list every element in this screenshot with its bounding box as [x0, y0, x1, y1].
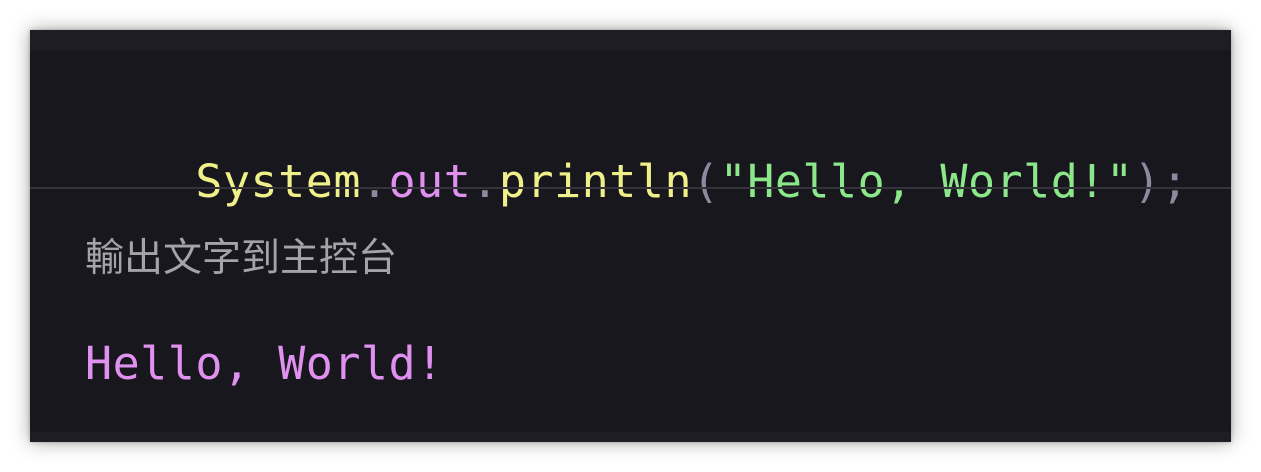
console-output: Hello, World!	[85, 337, 444, 390]
code-token-close-paren: )	[1133, 155, 1162, 208]
code-token-system: System	[195, 155, 361, 208]
code-token-semicolon: ;	[1161, 155, 1189, 208]
code-card: System.out.println("Hello, World!"); 輸出文…	[30, 30, 1231, 442]
code-token-println: println	[498, 155, 693, 208]
card-bottom-strip	[30, 432, 1231, 442]
card-top-strip	[30, 30, 1231, 50]
code-token-open-paren: (	[692, 155, 720, 208]
section-divider	[30, 187, 1231, 189]
code-token-string: "Hello, World!"	[719, 155, 1134, 208]
code-token-out: out	[388, 155, 472, 208]
code-token-dot: .	[471, 155, 499, 208]
code-token-dot: .	[360, 155, 389, 208]
code-description: 輸出文字到主控台	[85, 236, 398, 281]
